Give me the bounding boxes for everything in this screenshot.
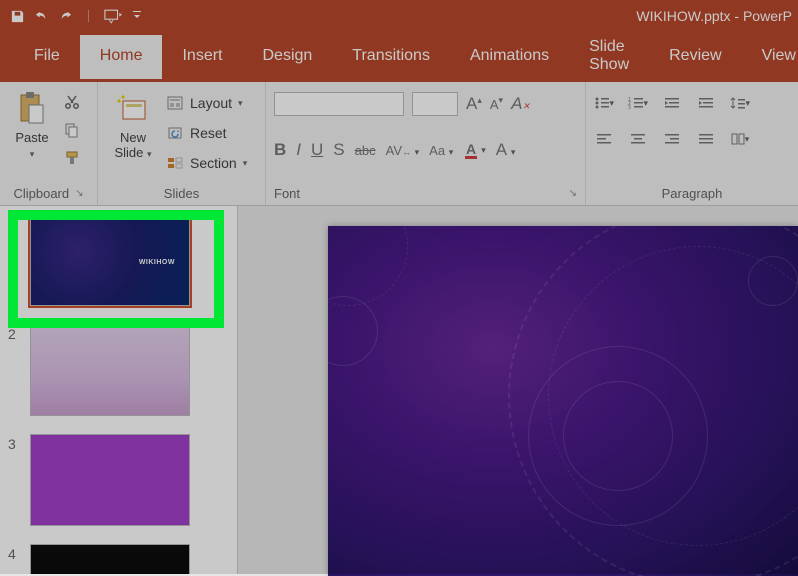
tab-design[interactable]: Design [242,35,332,79]
dialog-launcher-icon[interactable]: ↘ [75,188,83,199]
highlight-button[interactable]: A ▾ [496,140,516,160]
reset-icon [166,124,184,142]
new-slide-icon [116,90,150,128]
justify-icon[interactable] [696,130,716,148]
bold-button[interactable]: B [274,140,286,160]
group-font: A▴ A▾ A✕ B I U S abc AV↔ ▾ Aa ▾ A▾ A ▾ F… [266,82,586,205]
layout-icon [166,94,184,112]
increase-indent-icon[interactable] [696,94,716,112]
font-name-combo[interactable] [274,92,404,116]
slide-thumbnail-4[interactable]: 4 [0,540,237,574]
clear-formatting-icon[interactable]: A✕ [511,94,530,114]
underline-button[interactable]: U [311,140,323,160]
section-icon [166,154,184,172]
italic-button[interactable]: I [296,140,301,160]
slide-number: 2 [8,324,24,342]
change-case-button[interactable]: Aa ▾ [429,143,453,158]
group-paragraph: ▾ 123▾ ▾ ▾ Paragraph [586,82,798,205]
numbering-icon[interactable]: 123▾ [628,94,648,112]
group-clipboard: Paste ▾ Clipboard ↘ [0,82,98,205]
workspace: 1 WIKIHOW 2 3 4 [0,206,798,574]
char-spacing-button[interactable]: AV↔ ▾ [386,143,420,158]
redo-icon[interactable] [54,5,76,27]
qat-customize-icon[interactable] [126,5,148,27]
undo-icon[interactable] [30,5,52,27]
reset-button[interactable]: Reset [166,120,247,146]
section-label: Section [190,155,237,171]
start-from-beginning-icon[interactable] [102,5,124,27]
align-left-icon[interactable] [594,130,614,148]
new-slide-label: New Slide [114,130,146,160]
chevron-down-icon: ▾ [147,149,152,159]
save-icon[interactable] [6,5,28,27]
svg-text:A: A [466,141,476,157]
slide-canvas[interactable] [328,226,798,576]
tab-transitions[interactable]: Transitions [332,35,450,79]
slide-title-text: WIKIHOW [139,259,175,266]
font-size-combo[interactable] [412,92,458,116]
align-right-icon[interactable] [662,130,682,148]
layout-button[interactable]: Layout ▾ [166,90,247,116]
chevron-down-icon: ▾ [30,149,35,159]
chevron-down-icon: ▾ [238,98,243,109]
grow-font-icon[interactable]: A▴ [466,94,482,114]
slide-number: 3 [8,434,24,452]
paste-icon [15,90,49,128]
copy-icon[interactable] [62,120,82,140]
dialog-launcher-icon[interactable]: ↘ [569,188,577,199]
font-group-label: Font [274,186,300,201]
tab-file[interactable]: File [14,35,80,79]
reset-label: Reset [190,125,227,141]
ribbon: Paste ▾ Clipboard ↘ New Slide ▾ Layout ▾ … [0,82,798,206]
slide-thumbnail-2[interactable]: 2 [0,320,237,430]
bullets-icon[interactable]: ▾ [594,94,614,112]
tab-review[interactable]: Review [649,35,741,79]
slide-editor[interactable] [238,206,798,574]
tab-view[interactable]: View [742,35,798,79]
thumbnail-image[interactable] [30,544,190,574]
chevron-down-icon: ▾ [243,158,248,169]
clipboard-group-label: Clipboard [13,186,69,201]
slide-thumbnail-1[interactable]: 1 WIKIHOW [0,210,237,320]
thumbnail-image[interactable]: WIKIHOW [30,214,190,306]
font-color-button[interactable]: A▾ [463,141,486,159]
paragraph-group-label: Paragraph [662,186,723,201]
group-slides: New Slide ▾ Layout ▾ Reset Section ▾ Sli… [98,82,266,205]
layout-label: Layout [190,95,232,111]
slides-group-label: Slides [164,186,199,201]
new-slide-button[interactable]: New Slide ▾ [106,88,160,162]
decrease-indent-icon[interactable] [662,94,682,112]
tab-home[interactable]: Home [80,35,163,79]
line-spacing-icon[interactable]: ▾ [730,94,750,112]
shrink-font-icon[interactable]: A▾ [490,97,503,112]
thumbnail-image[interactable] [30,434,190,526]
quick-access-toolbar [0,5,148,27]
slide-thumbnail-panel[interactable]: 1 WIKIHOW 2 3 4 [0,206,238,574]
section-button[interactable]: Section ▾ [166,150,247,176]
align-center-icon[interactable] [628,130,648,148]
columns-icon[interactable]: ▾ [730,130,750,148]
cut-icon[interactable] [62,92,82,112]
shadow-button[interactable]: S [333,140,344,160]
slide-number: 1 [8,214,24,232]
qat-separator [78,5,100,27]
tab-animations[interactable]: Animations [450,35,569,79]
title-bar: WIKIHOW.pptx - PowerP [0,0,798,32]
ribbon-tabs: File Home Insert Design Transitions Anim… [0,32,798,82]
slide-number: 4 [8,544,24,562]
format-painter-icon[interactable] [62,148,82,168]
tab-slideshow[interactable]: Slide Show [569,26,649,88]
paste-button[interactable]: Paste ▾ [8,88,56,162]
paste-label: Paste [15,130,48,145]
thumbnail-image[interactable] [30,324,190,416]
window-title: WIKIHOW.pptx - PowerP [148,8,798,24]
slide-thumbnail-3[interactable]: 3 [0,430,237,540]
strikethrough-button[interactable]: abc [355,143,376,158]
tab-insert[interactable]: Insert [162,35,242,79]
svg-text:3: 3 [628,105,631,110]
